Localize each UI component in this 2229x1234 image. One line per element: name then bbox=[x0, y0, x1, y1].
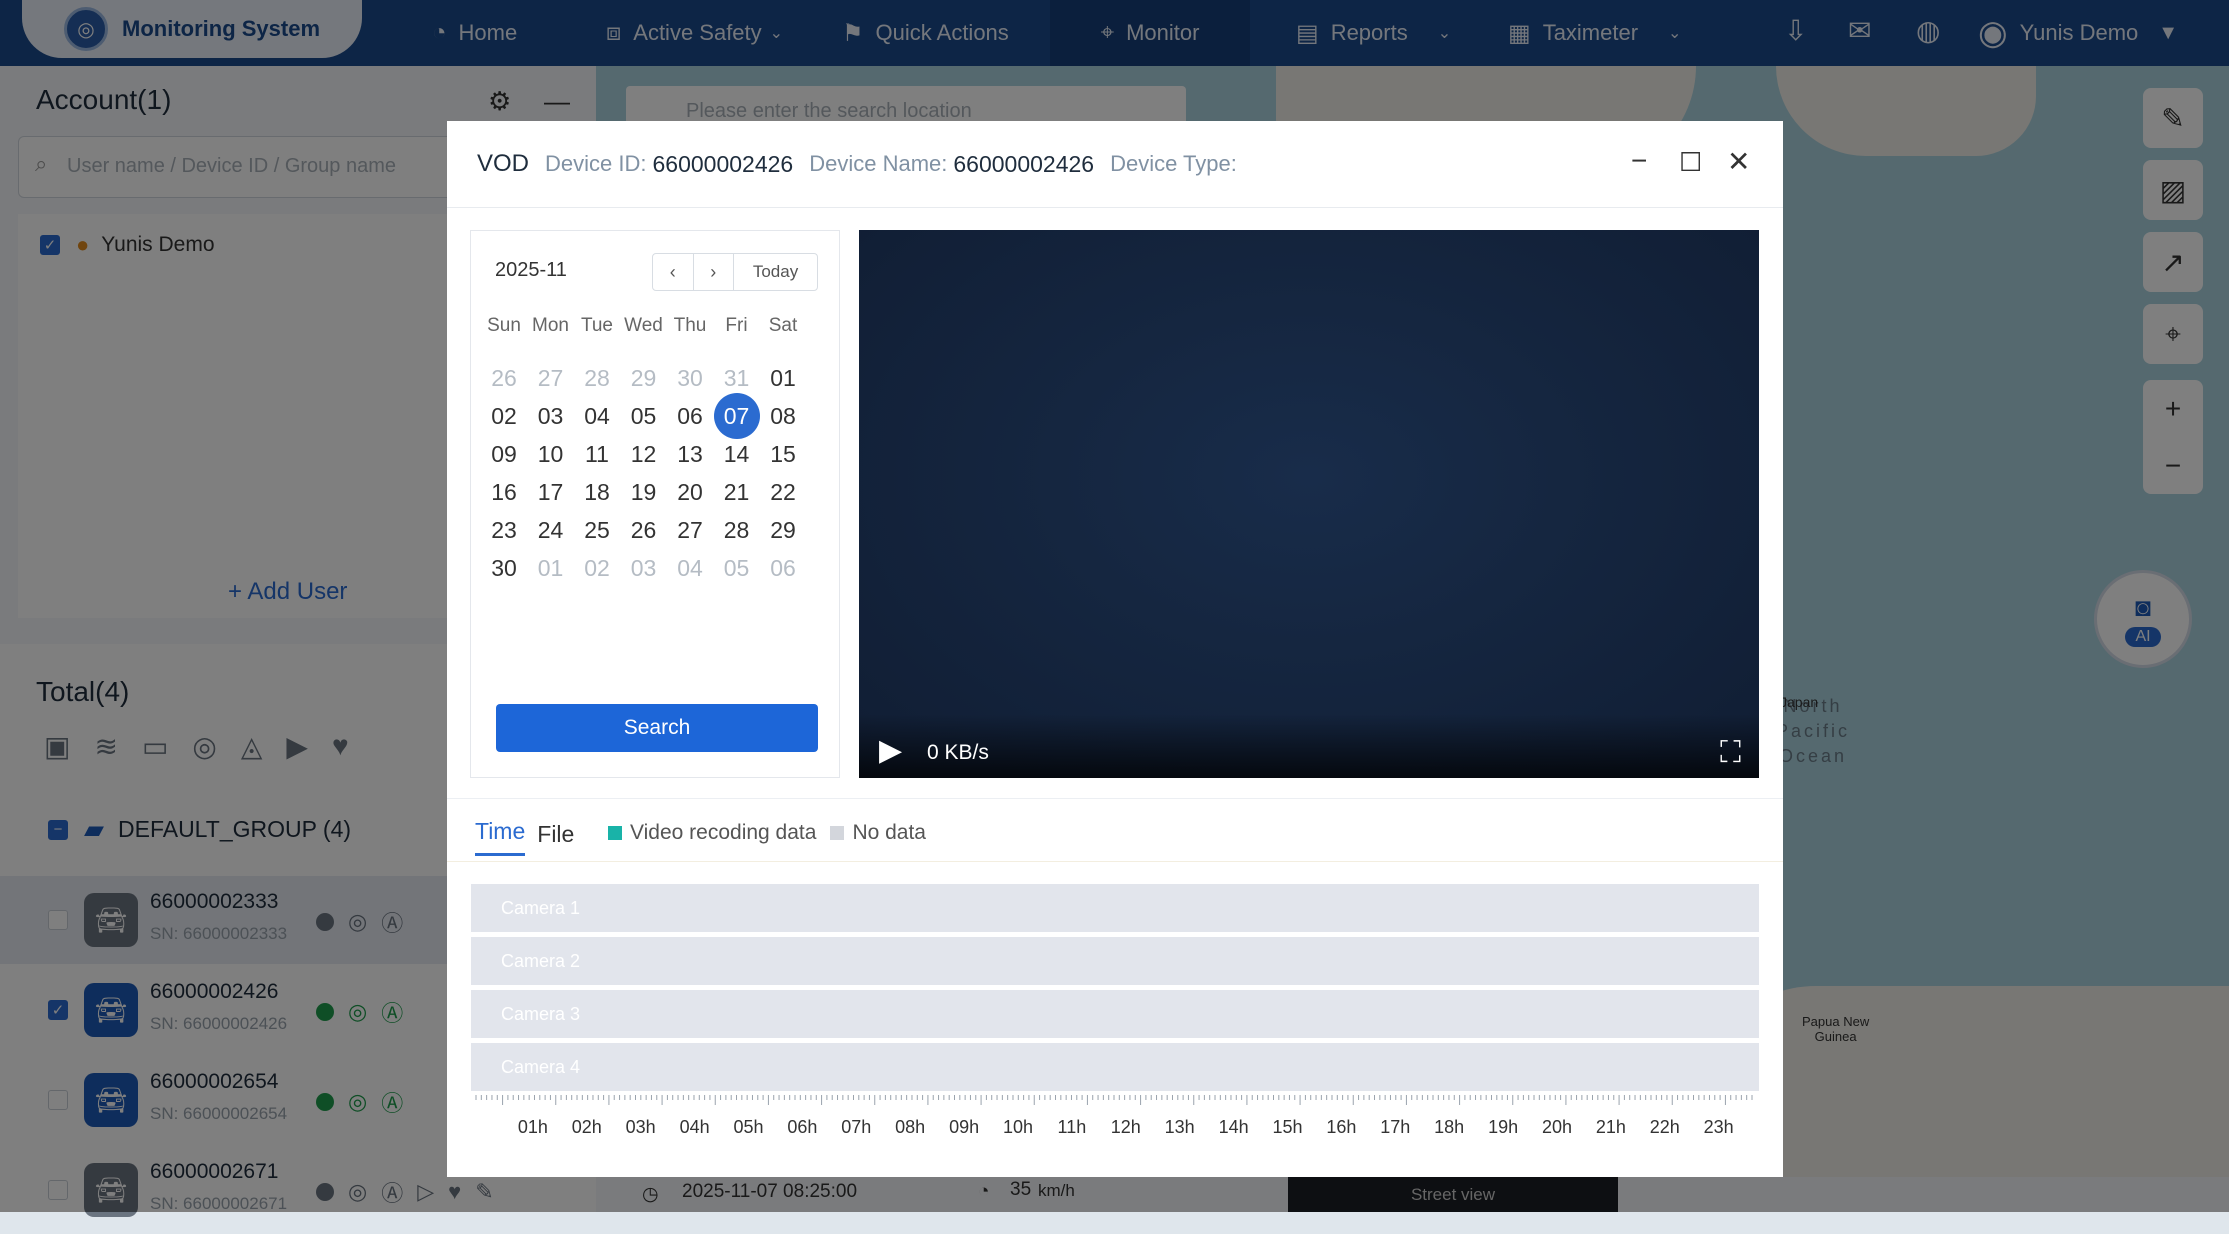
legend-swatch-recording bbox=[608, 826, 622, 840]
device-name-value: 66000002426 bbox=[953, 150, 1095, 177]
device-type-label: Device Type: bbox=[1110, 151, 1237, 176]
hour-label: 18h bbox=[1434, 1117, 1465, 1137]
legend-swatch-none bbox=[830, 826, 845, 840]
calendar-day[interactable]: 03 bbox=[621, 545, 667, 591]
hour-label: 12h bbox=[1110, 1117, 1141, 1137]
video-player[interactable]: ▶ 0 KB/s ⛶ bbox=[859, 230, 1759, 778]
calendar-day[interactable]: 04 bbox=[667, 545, 713, 591]
camera-label: Camera 3 bbox=[501, 1003, 581, 1024]
play-icon[interactable]: ▶ bbox=[879, 733, 902, 768]
weekday-label: Fri bbox=[725, 315, 748, 336]
today-label: Today bbox=[752, 262, 799, 281]
today-button[interactable]: Today bbox=[734, 254, 817, 290]
hour-label: 15h bbox=[1272, 1117, 1303, 1137]
vod-header: VOD Device ID: 66000002426 Device Name: … bbox=[447, 121, 1783, 208]
bitrate-label: 0 KB/s bbox=[927, 741, 989, 764]
hour-label: 07h bbox=[841, 1117, 872, 1137]
weekday-label: Wed bbox=[624, 315, 663, 336]
hour-label: 10h bbox=[1002, 1117, 1034, 1137]
weekday-label: Mon bbox=[532, 315, 569, 336]
hour-label: 11h bbox=[1057, 1117, 1087, 1137]
vod-title: VOD bbox=[477, 150, 530, 177]
weekday-label: Tue bbox=[580, 315, 614, 336]
prev-month-button[interactable]: ‹ bbox=[653, 254, 694, 290]
legend-none: No data bbox=[852, 821, 926, 844]
device-id-value: 66000002426 bbox=[652, 150, 794, 177]
search-button[interactable]: Search bbox=[496, 704, 818, 752]
hour-label: 14h bbox=[1218, 1117, 1249, 1137]
tab-time[interactable]: Time bbox=[475, 818, 526, 856]
weekday-label: Thu bbox=[673, 315, 707, 336]
minimize-icon[interactable]: − bbox=[1631, 145, 1647, 177]
hour-label: 02h bbox=[571, 1117, 602, 1137]
fullscreen-icon[interactable]: ⛶ bbox=[1720, 736, 1741, 770]
chevron-left-icon: ‹ bbox=[669, 261, 676, 282]
hour-label: 23h bbox=[1703, 1117, 1734, 1137]
hour-label: 03h bbox=[625, 1117, 656, 1137]
divider bbox=[447, 798, 1783, 799]
close-icon[interactable]: ✕ bbox=[1727, 145, 1750, 178]
search-button-label: Search bbox=[623, 716, 691, 739]
calendar-month: 2025-11 bbox=[495, 259, 567, 281]
timeline-ruler[interactable] bbox=[471, 1095, 1759, 1111]
hour-label: 17h bbox=[1380, 1117, 1411, 1137]
hour-label: 13h bbox=[1164, 1117, 1195, 1137]
tab-file[interactable]: File bbox=[537, 821, 574, 856]
player-controls bbox=[859, 714, 1759, 778]
calendar-day[interactable]: 05 bbox=[714, 545, 760, 591]
calendar-nav: ‹ › Today bbox=[652, 253, 818, 291]
hour-label: 22h bbox=[1649, 1117, 1680, 1137]
hour-label: 09h bbox=[949, 1117, 980, 1137]
weekday-label: Sun bbox=[487, 315, 521, 336]
chevron-right-icon: › bbox=[710, 261, 717, 282]
camera-label: Camera 4 bbox=[501, 1056, 581, 1077]
camera-label: Camera 1 bbox=[501, 897, 581, 918]
hour-label: 19h bbox=[1488, 1117, 1519, 1137]
calendar-day[interactable]: 02 bbox=[574, 545, 620, 591]
hour-label: 06h bbox=[787, 1117, 818, 1137]
hour-label: 05h bbox=[733, 1117, 764, 1137]
timeline-legend: Video recoding data No data bbox=[608, 821, 926, 845]
device-name-label: Device Name: bbox=[809, 151, 948, 176]
view-tabs: Time File bbox=[475, 818, 586, 856]
camera-row[interactable]: Camera 4 bbox=[471, 1043, 1759, 1091]
hour-label: 21h bbox=[1595, 1117, 1626, 1137]
date-picker: 2025-11 ‹ › Today Sun Mon Tue Wed Thu Fri Sat … bbox=[470, 230, 840, 778]
hour-label: 08h bbox=[895, 1117, 926, 1137]
device-id-label: Device ID: bbox=[545, 151, 647, 176]
calendar-day[interactable]: 01 bbox=[528, 545, 574, 591]
camera-label: Camera 2 bbox=[501, 950, 581, 971]
maximize-icon[interactable]: ☐ bbox=[1679, 147, 1702, 178]
legend-recording: Video recoding data bbox=[630, 821, 817, 844]
vod-dialog: VOD Device ID: 66000002426 Device Name: … bbox=[447, 121, 1783, 1177]
hour-label: 01h bbox=[517, 1117, 548, 1137]
hour-label: 04h bbox=[679, 1117, 710, 1137]
camera-row[interactable]: Camera 2 bbox=[471, 937, 1759, 985]
camera-row[interactable]: Camera 3 bbox=[471, 990, 1759, 1038]
camera-row[interactable]: Camera 1 bbox=[471, 884, 1759, 932]
divider bbox=[447, 861, 1783, 862]
weekday-label: Sat bbox=[768, 315, 798, 336]
hour-label: 20h bbox=[1541, 1117, 1573, 1137]
calendar-day[interactable]: 30 bbox=[481, 545, 527, 591]
calendar-day[interactable]: 06 bbox=[760, 545, 806, 591]
hour-label: 16h bbox=[1326, 1117, 1357, 1137]
next-month-button[interactable]: › bbox=[694, 254, 735, 290]
